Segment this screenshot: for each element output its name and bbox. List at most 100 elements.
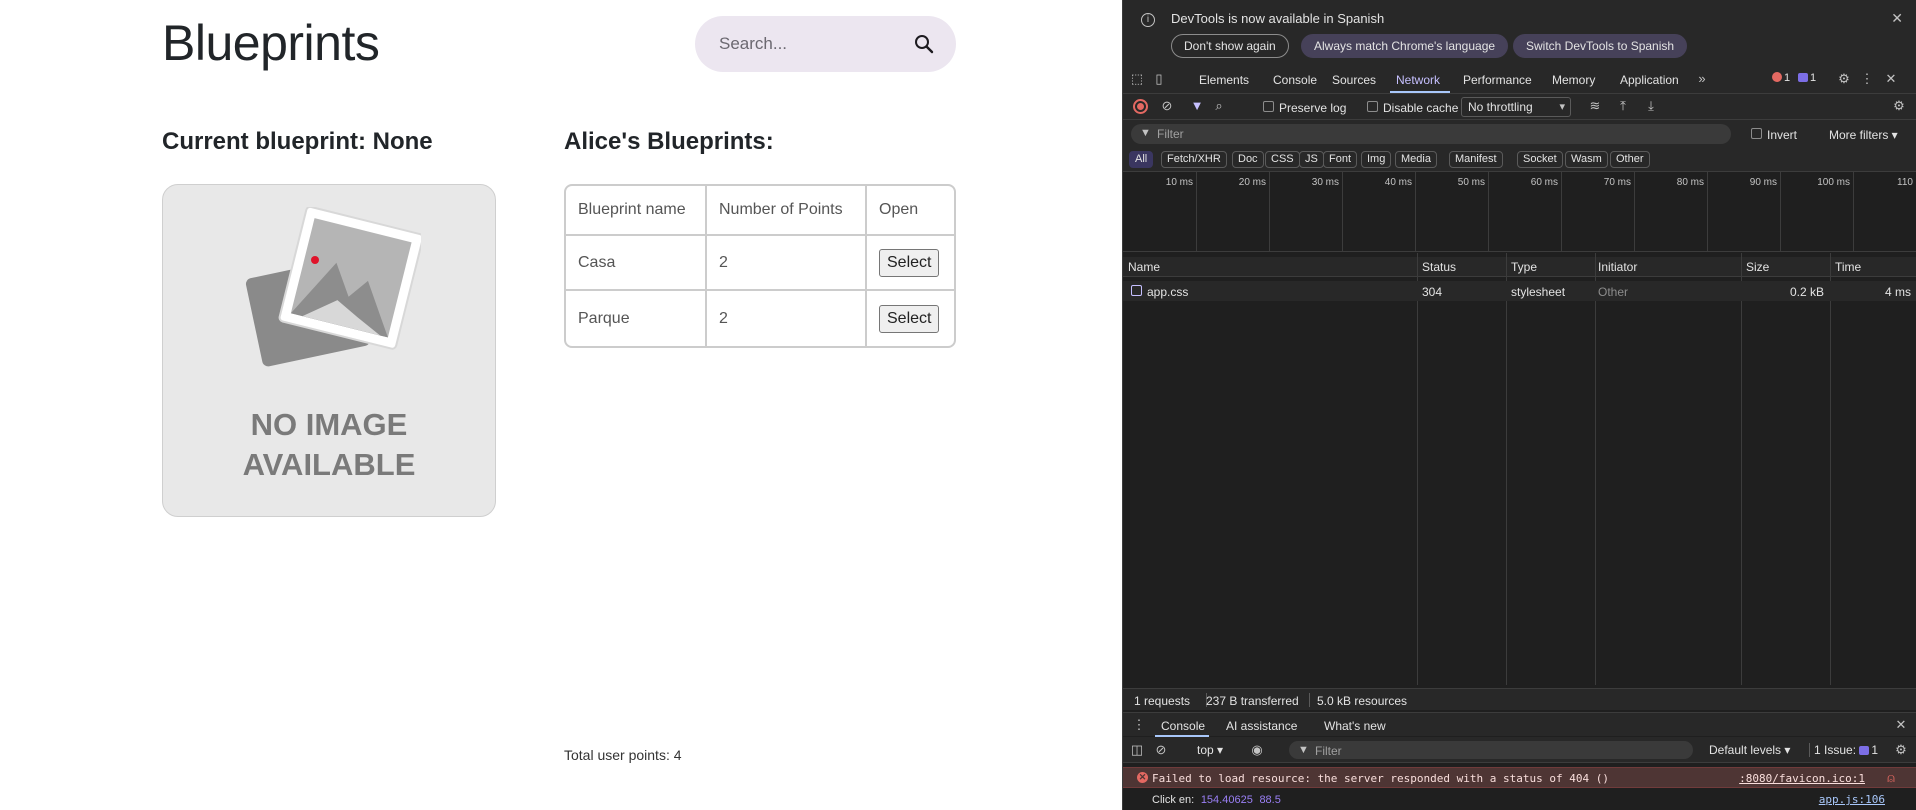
column-header-status[interactable]: Status (1422, 260, 1456, 274)
column-header: Open (867, 186, 954, 236)
select-button[interactable]: Select (879, 248, 940, 277)
console-settings-icon[interactable]: ⚙ (1893, 742, 1909, 758)
type-filter-manifest[interactable]: Manifest (1449, 151, 1503, 168)
tab-application[interactable]: Application (1620, 73, 1679, 87)
search-input[interactable]: Search... (719, 34, 787, 54)
type-filter-doc[interactable]: Doc (1232, 151, 1264, 168)
export-har-icon[interactable]: ⤓ (1643, 98, 1659, 114)
disable-cache-label: Disable cache (1383, 101, 1459, 115)
close-icon[interactable]: ✕ (1891, 10, 1903, 27)
device-toolbar-icon[interactable]: ▯ (1151, 71, 1167, 87)
search-icon[interactable]: ⌕ (1211, 98, 1227, 114)
search-icon[interactable] (912, 32, 936, 56)
sidebar-toggle-icon[interactable]: ◫ (1129, 742, 1145, 758)
always-match-language-button[interactable]: Always match Chrome's language (1301, 34, 1509, 58)
ai-explain-icon[interactable]: ⍝ (1883, 770, 1899, 786)
timeline-tick-label: 70 ms (1603, 177, 1631, 188)
type-filter-js[interactable]: JS (1299, 151, 1324, 168)
message-icon (1798, 73, 1808, 82)
type-filter-other[interactable]: Other (1610, 151, 1650, 168)
column-header-size[interactable]: Size (1746, 260, 1769, 274)
disable-cache-checkbox[interactable] (1367, 101, 1378, 112)
table-header-row: Blueprint name Number of Points Open (566, 186, 954, 236)
more-tabs-icon[interactable]: » (1694, 71, 1710, 87)
preserve-log-checkbox[interactable] (1263, 101, 1274, 112)
type-filter-socket[interactable]: Socket (1517, 151, 1563, 168)
column-header: Number of Points (707, 186, 867, 236)
no-image-placeholder: NO IMAGE AVAILABLE (162, 184, 496, 517)
points-cell: 2 (707, 291, 867, 346)
user-blueprints-heading: Alice's Blueprints: (564, 128, 774, 155)
timeline-tick-label: 40 ms (1384, 177, 1412, 188)
column-header-initiator[interactable]: Initiator (1598, 260, 1637, 274)
type-filter-wasm[interactable]: Wasm (1565, 151, 1608, 168)
dont-show-again-button[interactable]: Don't show again (1171, 34, 1289, 58)
type-filter-fetch-xhr[interactable]: Fetch/XHR (1161, 151, 1227, 168)
funnel-icon: ▼ (1298, 744, 1309, 756)
stylesheet-icon (1131, 285, 1142, 296)
devtools-panel: i DevTools is now available in Spanish ✕… (1122, 0, 1916, 810)
table-row[interactable]: app.css 304 stylesheet Other 0.2 kB 4 ms (1123, 281, 1916, 301)
drawer-tab-ai-assistance[interactable]: AI assistance (1226, 719, 1297, 733)
import-har-icon[interactable]: ⤒ (1615, 98, 1631, 114)
type-filter-all[interactable]: All (1129, 151, 1154, 168)
tab-sources[interactable]: Sources (1332, 73, 1376, 87)
timeline-tick-label: 80 ms (1676, 177, 1704, 188)
tab-network[interactable]: Network (1396, 73, 1440, 87)
column-header-type[interactable]: Type (1511, 260, 1537, 274)
drawer-tab-whats-new[interactable]: What's new (1324, 719, 1386, 733)
filter-input[interactable]: ▼ Filter (1131, 124, 1731, 144)
eye-icon[interactable]: ◉ (1249, 742, 1265, 758)
inspect-element-icon[interactable]: ⬚ (1129, 71, 1145, 87)
preserve-log-label: Preserve log (1279, 101, 1347, 115)
tab-memory[interactable]: Memory (1552, 73, 1595, 87)
clear-icon[interactable]: ⊘ (1159, 98, 1175, 114)
request-status: 304 (1422, 285, 1443, 299)
invert-checkbox[interactable] (1751, 128, 1762, 139)
request-initiator: Other (1598, 285, 1629, 299)
type-filter-media[interactable]: Media (1395, 151, 1437, 168)
clear-console-icon[interactable]: ⊘ (1153, 742, 1169, 758)
tab-elements[interactable]: Elements (1199, 73, 1249, 87)
timeline-tick-label: 20 ms (1238, 177, 1266, 188)
message-count-badge[interactable]: 1 (1798, 72, 1816, 84)
throttling-select[interactable]: No throttling (1461, 97, 1571, 117)
column-header-time[interactable]: Time (1835, 260, 1861, 274)
current-blueprint-heading: Current blueprint: None (162, 128, 433, 155)
filter-icon[interactable]: ▼ (1189, 98, 1205, 114)
search-bar[interactable]: Search... (695, 16, 956, 72)
close-drawer-icon[interactable]: ✕ (1893, 717, 1909, 733)
issues-counter[interactable]: 1 Issue: 1 (1814, 743, 1878, 757)
request-type: stylesheet (1511, 285, 1566, 299)
more-filters-dropdown[interactable]: More filters ▾ (1829, 128, 1898, 142)
console-filter-input[interactable]: ▼ Filter (1289, 741, 1693, 759)
column-header-name[interactable]: Name (1128, 260, 1160, 274)
tab-performance[interactable]: Performance (1463, 73, 1532, 87)
context-select[interactable]: top ▾ (1197, 743, 1223, 757)
drawer-menu-icon[interactable]: ⋮ (1131, 717, 1147, 733)
type-filter-css[interactable]: CSS (1265, 151, 1300, 168)
info-icon: i (1141, 13, 1155, 27)
network-settings-icon[interactable]: ⚙ (1891, 98, 1907, 114)
error-source-link[interactable]: :8080/favicon.ico:1 (1739, 772, 1865, 785)
tab-console[interactable]: Console (1273, 73, 1317, 87)
network-conditions-icon[interactable]: ≋ (1587, 98, 1603, 114)
blueprints-table: Blueprint name Number of Points Open Cas… (564, 184, 956, 348)
log-levels-select[interactable]: Default levels ▾ (1709, 743, 1790, 757)
type-filter-img[interactable]: Img (1361, 151, 1392, 168)
error-count-badge[interactable]: 1 (1772, 72, 1790, 84)
select-button[interactable]: Select (879, 304, 940, 333)
type-filter-font[interactable]: Font (1323, 151, 1358, 168)
log-source-link[interactable]: app.js:106 (1819, 793, 1885, 806)
gear-icon[interactable]: ⚙ (1836, 71, 1852, 87)
switch-to-spanish-button[interactable]: Switch DevTools to Spanish (1513, 34, 1688, 58)
resources-size: 5.0 kB resources (1317, 694, 1408, 708)
network-timeline-overview[interactable]: 10 ms 20 ms 30 ms 40 ms 50 ms 60 ms 70 m… (1123, 172, 1916, 252)
record-icon[interactable] (1133, 99, 1148, 114)
close-devtools-icon[interactable]: ✕ (1883, 71, 1899, 87)
column-header: Blueprint name (566, 186, 707, 236)
photo-icon (245, 207, 421, 367)
kebab-menu-icon[interactable]: ⋮ (1859, 71, 1875, 87)
network-toolbar: ⊘ ▼ ⌕ Preserve log Disable cache No thro… (1123, 94, 1916, 120)
drawer-tab-console[interactable]: Console (1161, 719, 1205, 733)
